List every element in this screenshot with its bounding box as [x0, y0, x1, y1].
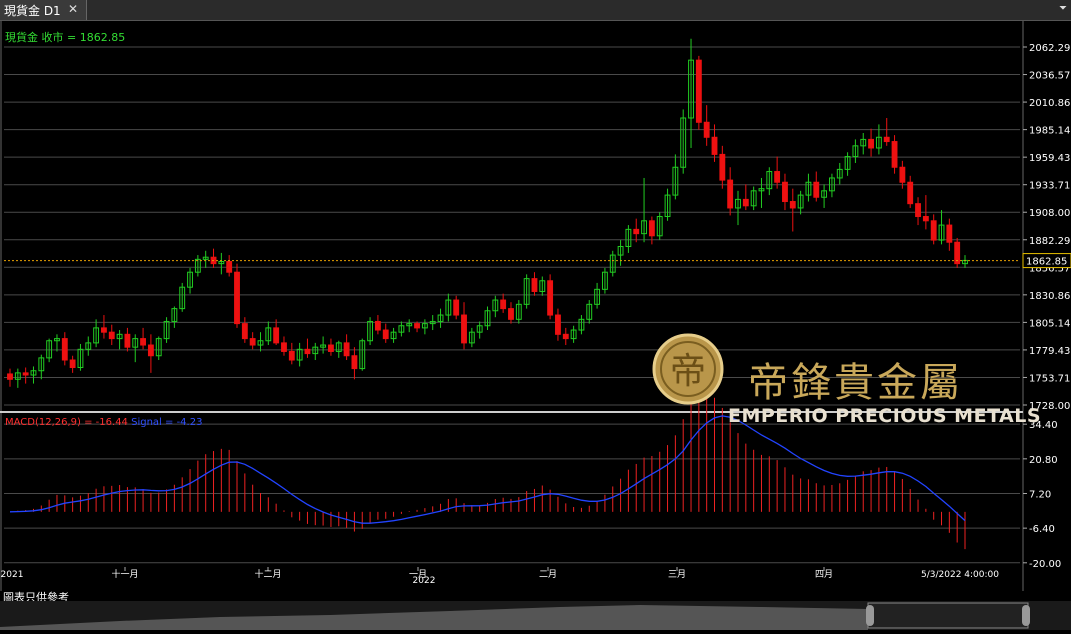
macd-panel-label: MACD(12,26,9) = -16.44 Signal = -4.23 — [5, 417, 202, 428]
price-tick-label: 2036.57 — [1029, 71, 1070, 82]
scroll-overview-svg — [0, 602, 1030, 630]
x-axis-label: 十一月 — [111, 568, 138, 580]
current-price-label: 1862.85 — [1026, 257, 1067, 268]
x-axis-label: 2021 — [1, 570, 24, 580]
candle-body — [703, 121, 710, 138]
x-axis-label: 三月 — [668, 569, 686, 580]
macd-tick-label: 7.20 — [1029, 489, 1051, 500]
candle-body — [648, 220, 655, 237]
candle-body — [555, 314, 561, 335]
candle-body — [101, 327, 107, 333]
candle-body — [508, 308, 514, 320]
x-axis-label: 十二月 — [254, 568, 281, 580]
price-tick-label: 2062.29 — [1029, 43, 1070, 54]
tab-bar: 現貨金 D1 ✕ ⏷ — [0, 0, 1071, 21]
candle-body — [61, 338, 68, 361]
candle-body — [147, 344, 154, 357]
menu-dropdown-icon[interactable]: ⏷ — [1059, 3, 1067, 14]
candle-body — [351, 355, 358, 370]
candle-body — [453, 299, 460, 316]
chart-svg: 2062.29 2036.57 2010.86 1985.14 1959.43 1933.… — [0, 21, 1071, 591]
candle-body — [930, 220, 937, 241]
candle-body — [789, 201, 796, 209]
candle-body — [813, 181, 820, 198]
candle-body — [695, 59, 702, 123]
scroll-right-handle[interactable] — [1022, 605, 1030, 626]
candle-body — [774, 171, 781, 183]
candle-body — [69, 359, 76, 369]
candle-body — [374, 320, 381, 331]
candle-body — [868, 138, 874, 149]
price-tick-label: 1753.71 — [1029, 373, 1070, 384]
candle-body — [382, 329, 389, 340]
candle-body — [249, 338, 256, 346]
scroll-window — [867, 602, 1029, 629]
candle-body — [633, 228, 640, 235]
price-tick-label: 2010.86 — [1029, 98, 1070, 109]
price-tick-label: 1830.86 — [1029, 291, 1070, 302]
logo-name-cn: 帝鋒貴金屬 — [748, 360, 963, 406]
price-tick-label: 1933.71 — [1029, 181, 1070, 192]
price-tick-label: 1959.43 — [1029, 153, 1070, 164]
x-axis-label: 二月 — [539, 569, 557, 580]
macd-tick-label: -6.40 — [1029, 524, 1055, 535]
candle-body — [547, 280, 554, 316]
scroll-left-handle[interactable] — [866, 605, 874, 626]
candle-body — [711, 136, 718, 155]
candle-body — [288, 350, 295, 361]
candle-body — [782, 181, 788, 203]
price-tick-label: 1779.43 — [1029, 346, 1070, 357]
candle-body — [304, 348, 311, 355]
candle-body — [742, 198, 749, 207]
macd-tick-label: 20.80 — [1029, 455, 1058, 466]
candle-body — [234, 271, 240, 325]
candle-body — [241, 323, 248, 340]
candle-body — [719, 153, 726, 181]
candle-body — [343, 342, 350, 357]
price-tick-label: 1882.29 — [1029, 236, 1070, 247]
candle-body — [124, 333, 131, 348]
x-axis-label: 2022 — [413, 576, 436, 586]
candle-body — [727, 179, 734, 209]
candle-body — [946, 224, 953, 243]
candle-body — [915, 203, 921, 218]
price-panel-label: 現貨金 收市 = 1862.85 — [5, 31, 126, 44]
candle-body — [883, 136, 890, 143]
logo-name-en: EMPERIO PRECIOUS METALS — [728, 405, 1042, 427]
close-icon[interactable]: ✕ — [68, 2, 78, 16]
x-axis-label: 四月 — [815, 569, 833, 580]
candle-body — [891, 141, 898, 168]
logo-emblem-glyph: 帝 — [670, 351, 706, 392]
signal-value-label: Signal = -4.23 — [131, 417, 203, 428]
horizontal-scrollbar[interactable] — [0, 601, 1071, 630]
candle-body — [907, 181, 914, 205]
candle-body — [328, 344, 334, 352]
candle-body — [226, 260, 233, 273]
price-tick-label: 1985.14 — [1029, 126, 1070, 137]
scroll-overview-area — [0, 605, 868, 630]
candle-body — [108, 331, 115, 340]
tab-spot-gold-d1[interactable]: 現貨金 D1 ✕ — [0, 0, 87, 20]
candle-body — [22, 372, 29, 376]
candle-body — [461, 314, 467, 344]
price-tick-label: 1805.14 — [1029, 318, 1070, 329]
candle-body — [899, 166, 906, 183]
candle-body — [500, 299, 507, 310]
candle-body — [7, 373, 13, 380]
macd-tick-label: -20.00 — [1029, 559, 1061, 570]
candle-body — [562, 333, 569, 340]
candle-body — [531, 278, 538, 292]
price-tick-label: 1908.00 — [1029, 208, 1070, 219]
candle-body — [414, 323, 420, 329]
candle-body — [273, 327, 280, 344]
candle-body — [922, 216, 929, 222]
candle-body — [140, 338, 147, 346]
candle-body — [281, 342, 287, 352]
chart-area[interactable]: 2062.29 2036.57 2010.86 1985.14 1959.43 1933.… — [0, 21, 1071, 601]
x-axis-label: 5/3/2022 4:00:00 — [921, 570, 999, 580]
macd-value-label: MACD(12,26,9) = -16.44 — [5, 417, 128, 428]
tab-title: 現貨金 D1 — [4, 3, 61, 18]
